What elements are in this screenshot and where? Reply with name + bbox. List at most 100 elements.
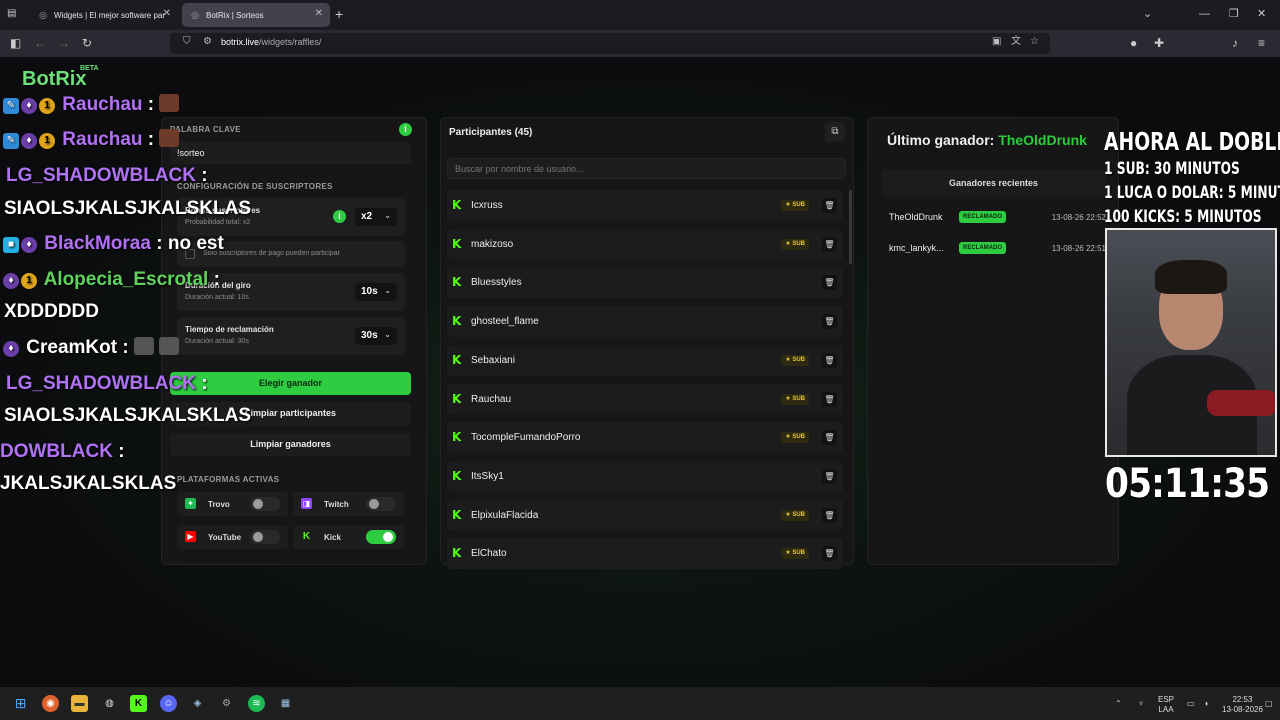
participant-row: K ItsSky1 🗑 (447, 460, 843, 492)
trash-icon[interactable]: 🗑 (822, 352, 837, 368)
discord-icon[interactable]: ☺ (160, 695, 177, 712)
recent-winner-row: kmc_lankyk... RECLAMADO 13-08-26 22:51 (881, 234, 1106, 262)
tab-list-icon[interactable]: ▤ (7, 8, 16, 19)
copy-icon[interactable]: ⧉ (825, 122, 845, 142)
settings-gear-icon[interactable]: ⚙ (218, 695, 235, 712)
clear-winners-button[interactable]: Limpiar ganadores (170, 433, 411, 456)
claimed-badge: RECLAMADO (959, 242, 1006, 254)
trash-icon[interactable]: 🗑 (822, 314, 837, 330)
participant-name: TocompleFumandoPorro (471, 432, 581, 444)
claim-time-select[interactable]: 30s ⌄ (355, 327, 397, 345)
translate-icon[interactable]: 文 (1011, 36, 1021, 48)
tab-botrix-sorteos[interactable]: ◎ BotRix | Sorteos ✕ (182, 3, 330, 27)
trash-icon[interactable]: 🗑 (822, 468, 837, 484)
info-icon[interactable]: i (399, 123, 412, 136)
kick-icon: K (302, 531, 311, 542)
kick-toggle[interactable] (366, 530, 396, 544)
close-tab-icon[interactable]: ✕ (315, 8, 323, 19)
platform-name: Trovo (208, 500, 230, 509)
emote-icon (133, 337, 154, 355)
minimize-icon[interactable]: — (1199, 7, 1210, 21)
sub-badge-icon: ♦ (3, 341, 19, 357)
emote-icon (159, 129, 180, 147)
participants-title: Participantes (45) (449, 127, 533, 138)
trash-icon[interactable]: 🗑 (822, 507, 837, 523)
extension-icon[interactable]: ● (1130, 35, 1137, 51)
participant-row: Kmakizoso ★ SUB 🗑 (447, 228, 843, 260)
restore-icon[interactable]: ❐ (1229, 7, 1239, 21)
volume-icon[interactable]: ◖ (1204, 699, 1209, 709)
windows-start-icon[interactable]: ⊞ (12, 695, 29, 712)
site-info-icon[interactable]: ⚙ (203, 36, 212, 48)
reader-view-icon[interactable]: ▣ (992, 36, 1001, 48)
kick-app-icon[interactable]: K (130, 695, 147, 712)
trash-icon[interactable]: 🗑 (822, 198, 837, 213)
gift-badge-icon: 1 (21, 273, 37, 289)
info-icon[interactable]: i (333, 210, 346, 223)
chat-line: ✎ ♦ 1 Rauchau : (3, 93, 180, 117)
kick-icon: K (452, 468, 462, 483)
keyword-input[interactable]: !sorteo (170, 142, 411, 164)
youtube-icon: ▶ (185, 531, 196, 542)
sub-badge-icon: ♦ (21, 133, 37, 149)
botrix-favicon-icon: ◎ (191, 10, 199, 20)
notifications-icon[interactable]: ▢ (1265, 699, 1273, 709)
chat-message: no est (167, 233, 224, 254)
calculator-icon[interactable]: ▦ (277, 695, 294, 712)
puzzle-icon[interactable]: ✚ (1154, 35, 1164, 51)
menu-icon[interactable]: ≡ (1258, 35, 1265, 51)
new-tab-icon[interactable]: + (335, 7, 343, 21)
participants-scrollbar[interactable] (849, 190, 852, 264)
close-window-icon[interactable]: ✕ (1257, 7, 1266, 21)
kick-icon: K (452, 430, 462, 445)
back-icon[interactable]: ← (34, 35, 46, 51)
close-tab-icon[interactable]: ✕ (163, 8, 171, 19)
promo-overlay: AHORA AL DOBLE 1 SUB: 30 MINUTOS 1 LUCA … (1104, 127, 1280, 229)
obs-icon[interactable]: ◍ (101, 695, 118, 712)
keyword-label: PALABRA CLAVE (170, 125, 241, 134)
reload-icon[interactable]: ↻ (82, 35, 92, 51)
sidebar-toggle-icon[interactable]: ◧ (10, 35, 21, 51)
tab-widgets[interactable]: ◎ Widgets | El mejor software par ✕ (30, 3, 178, 27)
brand-logo[interactable]: BotRix (22, 68, 86, 91)
bookmark-star-icon[interactable]: ☆ (1030, 36, 1039, 48)
chevron-down-icon[interactable]: ⌄ (1143, 7, 1152, 21)
spin-duration-select[interactable]: 10s ⌄ (355, 283, 397, 301)
promo-title: AHORA AL DOBLE (1104, 127, 1280, 156)
participant-row: K TocompleFumandoPorro ★ SUB 🗑 (447, 422, 843, 454)
mod-badge-icon: ✎ (3, 98, 19, 114)
trash-icon[interactable]: 🗑 (822, 546, 837, 562)
steam-icon[interactable]: ◈ (189, 695, 206, 712)
network-icon[interactable]: ▭ (1187, 699, 1195, 709)
forward-icon[interactable]: → (58, 35, 70, 51)
claim-time-card: Tiempo de reclamación Duración actual: 3… (177, 317, 405, 355)
trash-icon[interactable]: 🗑 (822, 430, 837, 446)
chat-username: LG_SHADOWBLACK (6, 165, 196, 186)
countdown-timer: 05:11:35 (1105, 461, 1270, 507)
file-explorer-icon[interactable]: ▬ (71, 695, 88, 712)
kick-icon: K (452, 198, 462, 212)
clock[interactable]: 22:53 13-08-2026 (1222, 695, 1263, 715)
spotify-icon[interactable]: ≋ (248, 695, 265, 712)
twitch-toggle[interactable] (366, 497, 396, 511)
participant-row: K Rauchau ★ SUB 🗑 (447, 383, 843, 415)
mic-tray-icon[interactable]: ♆ (1138, 699, 1144, 709)
participant-row: K Bluesstyles 🗑 (447, 267, 843, 299)
firefox-icon[interactable]: ◉ (42, 695, 59, 712)
speaker-icon[interactable]: ♪ (1232, 35, 1238, 51)
language-indicator[interactable]: ESP LAA (1158, 695, 1174, 715)
url-text[interactable]: botrix.live/widgets/raffles/ (221, 37, 321, 47)
chat-line: XDDDDDD (4, 300, 99, 324)
trash-icon[interactable]: 🗑 (822, 275, 837, 291)
trovo-toggle[interactable] (250, 497, 280, 511)
participant-search-input[interactable] (447, 158, 846, 179)
shield-icon[interactable]: ⛉ (183, 36, 191, 48)
chat-username: CreamKot (26, 337, 118, 358)
youtube-toggle[interactable] (250, 530, 280, 544)
trash-icon[interactable]: 🗑 (822, 391, 837, 407)
show-hidden-icons-icon[interactable]: ⌃ (1115, 699, 1122, 709)
emote-icon (159, 94, 180, 112)
toggle-knob (383, 532, 393, 542)
sub-bonus-select[interactable]: x2 ⌄ (355, 208, 397, 226)
trash-icon[interactable]: 🗑 (822, 236, 837, 252)
